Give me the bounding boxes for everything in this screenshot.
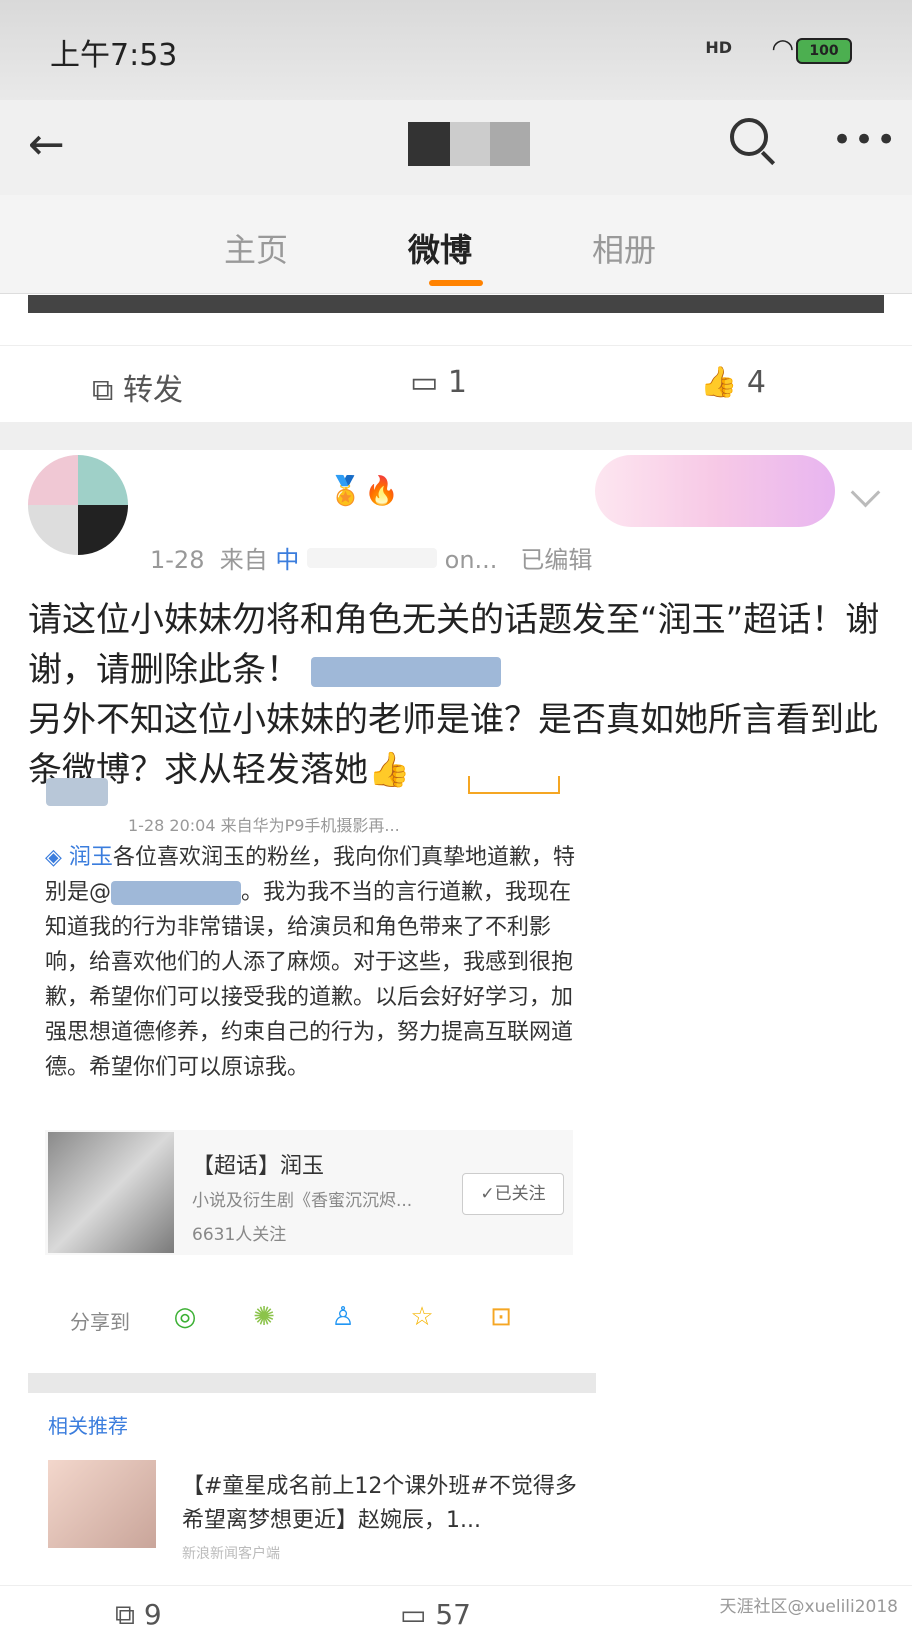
repost-icon: ⧉ [92,373,114,408]
moments-icon[interactable]: ✺ [245,1298,283,1336]
thumbs-up-icon: 👍 [700,365,738,400]
repost-button[interactable]: ⧉ 转发 [92,365,183,409]
previous-post-image [28,295,884,313]
profile-name-pixelated [408,122,450,166]
search-icon[interactable] [730,118,768,156]
signal-icon: HD [705,38,732,57]
comment-button[interactable]: ▭ 57 [400,1598,471,1631]
post-text: 请这位小妹妹勿将和角色无关的话题发至“润玉”超话！谢谢，请删除此条！ 另外不知这… [28,600,880,790]
status-time: 上午7:53 [50,38,178,73]
watermark: 天涯社区@xuelili2018 [719,1597,898,1617]
tab-album[interactable]: 相册 [592,225,656,271]
related-label: 相关推荐 [48,1414,128,1438]
card-decoration-banner [595,455,835,527]
back-icon[interactable]: ← [28,120,65,170]
like-button[interactable]: 👍 4 [700,365,766,400]
save-image-icon[interactable]: ⊡ [482,1298,520,1336]
post-meta: 1-28 来自 中 on... 已编辑 [150,546,593,574]
tab-home[interactable]: 主页 [224,225,288,271]
tab-weibo[interactable]: 微博 [408,225,472,271]
related-thumbnail [48,1460,156,1548]
section-divider [28,1373,596,1393]
tab-indicator [429,280,483,286]
chevron-down-icon[interactable] [850,477,881,508]
followed-button[interactable]: ✓已关注 [462,1173,564,1215]
more-icon[interactable]: ••• [832,120,898,160]
qq-icon[interactable]: ♙ [324,1298,362,1336]
repost-button[interactable]: ⧉ 9 [115,1598,162,1632]
battery-icon: 100 [796,38,852,64]
topic-title: 【超话】润玉 [192,1154,325,1179]
badge-icon: 🔥 [364,474,399,507]
topic-followers: 6631人关注 [192,1225,287,1245]
profile-name-pixelated [450,122,490,166]
post-divider [0,422,912,450]
topic-image [48,1132,174,1253]
related-headline[interactable]: 【#童星成名前上12个课外班#不觉得多 希望离梦想更近】赵婉辰，1... [182,1470,582,1538]
avatar[interactable] [28,455,128,555]
share-label: 分享到 [70,1310,130,1334]
redacted-mention [310,656,501,687]
embedded-avatar [46,778,108,806]
favorite-icon[interactable]: ☆ [403,1298,441,1336]
related-source: 新浪新闻客户端 [182,1546,280,1562]
comment-button[interactable]: ▭ 1 [410,365,467,400]
wifi-icon: ◠ [771,34,794,64]
badge-icon: 🏅 [328,474,363,507]
embedded-text: ◈ 润玉各位喜欢润玉的粉丝，我向你们真挚地道歉，特别是@ 。我为我不当的言行道歉，… [45,845,575,1080]
profile-name-pixelated [490,122,530,166]
embedded-meta: 1-28 20:04 来自华为P9手机摄影再... [128,816,400,835]
topic-subtitle: 小说及衍生剧《香蜜沉沉烬... [192,1191,413,1211]
embedded-follow-button [468,776,560,794]
comment-icon: ▭ [410,365,439,400]
wechat-icon[interactable]: ◎ [166,1298,204,1336]
